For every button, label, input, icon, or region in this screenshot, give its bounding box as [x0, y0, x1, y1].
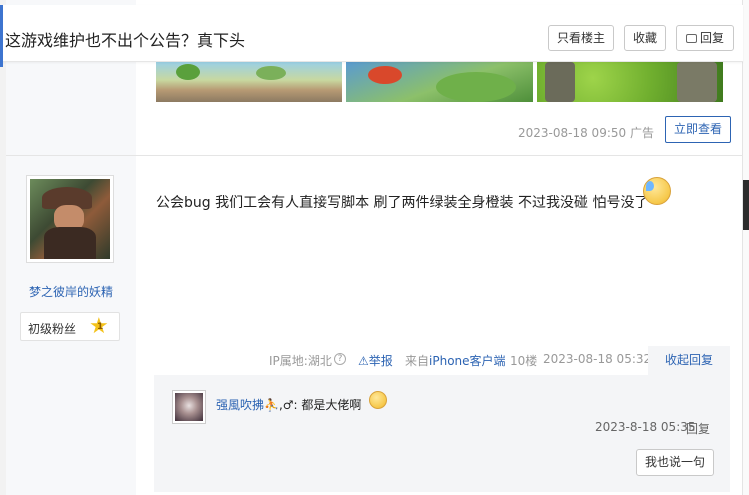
reply-item: 强風吹拂⛹,♂: 都是大佬啊 [216, 396, 361, 413]
ad-tree-shape [176, 64, 200, 80]
comment-icon [685, 34, 697, 43]
warning-icon: ⚠ [358, 354, 369, 368]
view-now-button[interactable]: 立即查看 [665, 116, 731, 143]
reply-panel: 强風吹拂⛹,♂: 都是大佬啊 2023-8-18 05:35 回复 我也说一句 [154, 375, 730, 492]
fan-level-badge[interactable]: 初级粉丝 ★ 1 [20, 312, 120, 341]
avatar-body-shape [44, 227, 96, 259]
post-time: 2023-08-18 05:32 [543, 352, 652, 366]
shy-emoji-icon [369, 391, 387, 409]
ad-rock-shape [677, 62, 717, 102]
reply-text: : 都是大佬啊 [293, 398, 362, 412]
client-link[interactable]: iPhone客户端 [429, 354, 506, 368]
ad-timestamp: 2023-08-18 09:50 广告 [518, 126, 654, 140]
source-prefix: 来自 [405, 354, 430, 368]
accent-edge [0, 5, 3, 67]
reply-username[interactable]: 强風吹拂 [216, 398, 264, 412]
post-content: 公会bug 我们工会有人直接写脚本 刷了两件绿装全身橙装 不过我没碰 怕号没了 [156, 195, 649, 211]
ip-location: IP属地:湖北 [269, 354, 332, 368]
fan-level-number: 1 [97, 322, 104, 332]
ad-banner-image-2[interactable] [346, 62, 533, 102]
add-comment-button[interactable]: 我也说一句 [636, 449, 714, 476]
reply-button-label: 回复 [699, 31, 724, 45]
only-op-button[interactable]: 只看楼主 [548, 25, 614, 51]
sweat-emoji-icon [643, 177, 671, 205]
fan-level-label: 初级粉丝 [28, 322, 77, 336]
floor-number: 10楼 [510, 354, 538, 368]
avatar-image [30, 179, 110, 259]
ad-hill-shape [436, 72, 516, 102]
reply-time: 2023-8-18 05:35 [595, 420, 696, 434]
reply-to-reply-link[interactable]: 回复 [686, 420, 710, 437]
report-label: 举报 [368, 354, 393, 368]
ad-banner-image-3[interactable] [537, 62, 723, 102]
reply-button[interactable]: 回复 [676, 25, 734, 51]
collapse-replies-button[interactable]: 收起回复 [648, 346, 730, 375]
sweat-drop [646, 181, 654, 191]
author-avatar[interactable] [26, 175, 114, 263]
reply-avatar[interactable] [172, 390, 206, 424]
reply-avatar-image [175, 393, 203, 421]
client-source: 来自iPhone客户端 [405, 352, 506, 369]
reply-user-decor: ⛹,♂ [264, 398, 294, 412]
thread-header: 这游戏维护也不出个公告？真下头 只看楼主 收藏 回复 [0, 5, 743, 62]
ad-character-shape [368, 66, 402, 84]
post-divider [6, 155, 743, 156]
report-link[interactable]: ⚠举报 [358, 352, 393, 369]
ad-rock-shape [545, 62, 575, 102]
author-name-link[interactable]: 梦之彼岸的妖精 [6, 283, 136, 300]
right-scroll-edge [743, 0, 749, 495]
ad-banner-image-1[interactable] [156, 62, 342, 102]
thread-title: 这游戏维护也不出个公告？真下头 [5, 31, 246, 50]
scrollbar-thumb[interactable] [743, 180, 749, 230]
ad-tree-shape [256, 66, 286, 80]
help-icon[interactable]: ? [334, 353, 346, 365]
favorite-button[interactable]: 收藏 [624, 25, 666, 51]
